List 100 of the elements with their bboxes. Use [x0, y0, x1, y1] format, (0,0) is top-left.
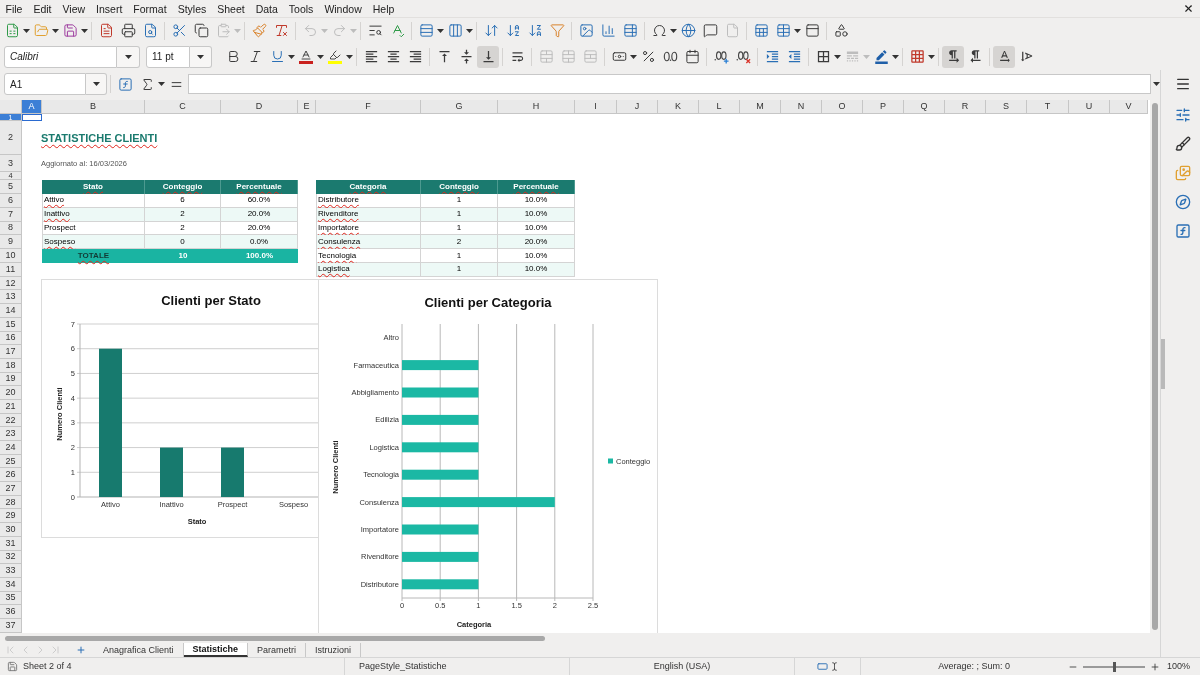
caret-down-icon[interactable] — [928, 54, 935, 59]
globe-icon[interactable] — [680, 23, 696, 38]
column-header[interactable]: L — [699, 100, 740, 114]
clear-formatting-icon[interactable] — [273, 23, 289, 38]
number-format-icon[interactable] — [662, 49, 678, 64]
scissors-icon[interactable] — [171, 23, 187, 38]
menu-item[interactable]: Edit — [27, 0, 57, 17]
caret-down-icon[interactable] — [288, 54, 295, 59]
border-color-icon[interactable] — [873, 49, 889, 64]
plus-icon[interactable] — [76, 645, 86, 655]
brush-icon[interactable] — [1175, 136, 1191, 152]
column-header[interactable]: D — [221, 100, 298, 114]
column-header[interactable]: O — [822, 100, 863, 114]
spreadsheet-grid-icon[interactable] — [753, 23, 769, 38]
menu-item[interactable]: Sheet — [211, 0, 251, 17]
caret-down-icon[interactable] — [892, 54, 899, 59]
text-cursor-icon[interactable] — [830, 661, 839, 672]
menu-item[interactable]: Data — [250, 0, 284, 17]
column-header[interactable]: J — [617, 100, 658, 114]
sheet-tab[interactable]: Anagrafica Clienti — [94, 643, 184, 657]
scrollbar-thumb[interactable] — [1152, 103, 1158, 630]
dropdown-button[interactable] — [86, 73, 108, 95]
sort-icon[interactable] — [483, 23, 499, 38]
sort-descending-icon[interactable] — [527, 23, 543, 38]
caret-down-icon[interactable] — [794, 28, 801, 33]
font-size-field[interactable]: 11 pt — [146, 45, 190, 68]
menu-item[interactable]: View — [57, 0, 91, 17]
dropdown-button[interactable] — [117, 45, 140, 68]
percent-icon[interactable] — [640, 49, 656, 64]
column-header[interactable]: U — [1069, 100, 1110, 114]
caret-down-icon[interactable] — [52, 28, 59, 33]
formula-input[interactable] — [188, 74, 1151, 94]
indent-increase-icon[interactable] — [764, 49, 780, 64]
menu-item[interactable]: Styles — [172, 0, 212, 17]
rectangle-icon[interactable] — [816, 661, 829, 672]
column-header[interactable]: T — [1027, 100, 1069, 114]
comment-icon[interactable] — [702, 23, 718, 38]
function-icon[interactable] — [1175, 223, 1191, 239]
align-center-icon[interactable] — [385, 49, 401, 64]
menu-icon[interactable] — [1175, 76, 1191, 92]
copy-icon[interactable] — [193, 23, 209, 38]
language-text[interactable]: English (USA) — [653, 659, 711, 674]
menu-item[interactable]: Insert — [90, 0, 128, 17]
column-header[interactable]: K — [658, 100, 699, 114]
sliders-icon[interactable] — [1175, 107, 1191, 123]
column-header[interactable]: P — [863, 100, 904, 114]
left-to-right-button[interactable] — [942, 45, 964, 68]
caret-down-icon[interactable] — [670, 28, 677, 33]
horizontal-text-button[interactable] — [993, 45, 1015, 68]
omega-icon[interactable] — [651, 23, 667, 38]
column-header[interactable]: V — [1110, 100, 1148, 114]
column-header[interactable]: S — [986, 100, 1027, 114]
borders-icon[interactable] — [815, 49, 831, 64]
column-header[interactable]: A — [22, 100, 42, 114]
delete-decimal-place-icon[interactable] — [735, 49, 751, 64]
caret-down-icon[interactable] — [466, 28, 473, 33]
caret-down-icon[interactable] — [158, 82, 166, 86]
column-header[interactable]: H — [498, 100, 575, 114]
caret-down-icon[interactable] — [1153, 82, 1160, 86]
compass-icon[interactable] — [1175, 194, 1191, 210]
slider-thumb[interactable] — [1112, 661, 1116, 672]
text-search-icon[interactable] — [367, 23, 383, 38]
column-header[interactable]: R — [945, 100, 986, 114]
caret-down-icon[interactable] — [437, 28, 444, 33]
sheet-tab[interactable]: Parametri — [248, 643, 307, 657]
column-header[interactable]: G — [421, 100, 498, 114]
zoom-in-icon[interactable] — [1150, 661, 1160, 672]
font-name-field[interactable]: Calibri — [4, 45, 117, 68]
name-box[interactable]: A1 — [4, 73, 87, 95]
printer-icon[interactable] — [120, 23, 136, 38]
page-style-text[interactable]: PageStyle_Statistiche — [359, 659, 447, 674]
menu-item[interactable]: Format — [127, 0, 173, 17]
column-header[interactable]: N — [781, 100, 822, 114]
add-decimal-place-icon[interactable] — [713, 49, 729, 64]
menu-item[interactable]: Tools — [283, 0, 319, 17]
indent-decrease-icon[interactable] — [786, 49, 802, 64]
banknote-icon[interactable] — [611, 49, 627, 64]
scrollbar-thumb[interactable] — [5, 635, 545, 641]
column-header[interactable]: E — [298, 100, 316, 114]
column-header[interactable]: B — [42, 100, 145, 114]
highlighter-icon[interactable] — [327, 48, 343, 65]
table-grid-icon[interactable] — [775, 23, 791, 38]
column-header[interactable]: F — [316, 100, 421, 114]
column-header[interactable]: M — [740, 100, 781, 114]
close-icon[interactable] — [1183, 3, 1194, 14]
panel-icon[interactable] — [804, 23, 820, 38]
sort-ascending-icon[interactable] — [505, 23, 521, 38]
rows-icon[interactable] — [418, 23, 434, 38]
function-icon[interactable] — [117, 76, 133, 92]
columns-icon[interactable] — [447, 23, 463, 38]
column-header[interactable]: Q — [904, 100, 945, 114]
caret-down-icon[interactable] — [317, 54, 324, 59]
caret-down-icon[interactable] — [81, 28, 88, 33]
menu-item[interactable]: Window — [318, 0, 368, 17]
underline-icon[interactable] — [269, 49, 285, 64]
column-header[interactable]: I — [575, 100, 617, 114]
image-icon[interactable] — [578, 23, 594, 38]
calendar-icon[interactable] — [684, 49, 700, 64]
caret-down-icon[interactable] — [346, 54, 353, 59]
caret-down-icon[interactable] — [23, 28, 30, 33]
